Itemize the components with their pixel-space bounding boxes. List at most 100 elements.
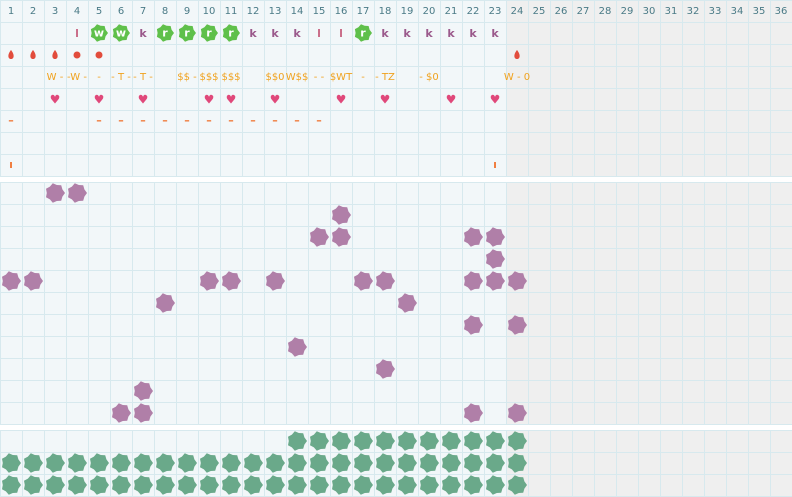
column-number-1: 1 — [8, 6, 14, 17]
column-number-20: 20 — [423, 6, 436, 17]
tick-marker: ı — [9, 158, 13, 171]
sequencer-grid[interactable]: 1 2 3 4 5 6 7 8 9 10 11 12 13 14 15 16 17 18 19 20 21 22 23 24 2… — [0, 0, 792, 497]
letter-k: k — [293, 27, 301, 40]
column-number-23: 23 — [489, 6, 502, 17]
heart-icon: ♥ — [94, 93, 105, 107]
sequence-cell: $$0 — [265, 72, 284, 83]
column-number-14: 14 — [291, 6, 304, 17]
green-tile-r-label: r — [206, 27, 212, 40]
column-number-5: 5 — [96, 6, 102, 17]
sequence-cell: - - — [314, 72, 325, 83]
green-tile-r-label: r — [360, 27, 366, 40]
dash-marker: – — [8, 114, 14, 127]
letter-l: l — [75, 27, 79, 40]
dash-marker: – — [140, 114, 146, 127]
column-number-28: 28 — [599, 6, 612, 17]
heart-icon: ♥ — [336, 93, 347, 107]
dash-marker: – — [184, 114, 190, 127]
sequence-cell: $$$ — [221, 72, 240, 83]
sequence-cell: - — [97, 72, 101, 83]
letter-k: k — [381, 27, 389, 40]
heart-icon: ♥ — [138, 93, 149, 107]
column-number-31: 31 — [665, 6, 678, 17]
column-number-22: 22 — [467, 6, 480, 17]
dash-marker: – — [118, 114, 124, 127]
column-number-30: 30 — [643, 6, 656, 17]
dash-marker: – — [206, 114, 212, 127]
column-number-34: 34 — [731, 6, 744, 17]
column-number-18: 18 — [379, 6, 392, 17]
dash-marker: – — [162, 114, 168, 127]
letter-k: k — [139, 27, 147, 40]
column-number-6: 6 — [118, 6, 124, 17]
sequence-cell: - TZ — [375, 72, 395, 83]
heart-icon: ♥ — [380, 93, 391, 107]
letter-l: l — [317, 27, 321, 40]
letter-k: k — [425, 27, 433, 40]
letter-k: k — [469, 27, 477, 40]
sequence-cell: - — [361, 72, 365, 83]
sequence-cell: - T - — [111, 72, 131, 83]
dash-marker: – — [228, 114, 234, 127]
tick-marker: ı — [493, 158, 497, 171]
sequence-cell: W - 0 — [504, 72, 530, 83]
sequence-cell: $WT — [330, 72, 353, 83]
sequence-cell: - $0 — [419, 72, 439, 83]
letter-k: k — [271, 27, 279, 40]
dash-marker: – — [272, 114, 278, 127]
dash-marker: – — [316, 114, 322, 127]
column-number-8: 8 — [162, 6, 168, 17]
green-tile-r-label: r — [162, 27, 168, 40]
green-tile-w-label: w — [116, 27, 126, 40]
dot-marker[interactable] — [95, 51, 103, 59]
green-tile-w-label: w — [94, 27, 104, 40]
sequence-cell: $$ - — [177, 72, 197, 83]
dash-marker: – — [250, 114, 256, 127]
column-number-33: 33 — [709, 6, 722, 17]
heart-icon: ♥ — [204, 93, 215, 107]
column-number-27: 27 — [577, 6, 590, 17]
column-number-3: 3 — [52, 6, 58, 17]
column-number-12: 12 — [247, 6, 260, 17]
sequence-cell: W$$ — [286, 72, 309, 83]
column-number-36: 36 — [775, 6, 788, 17]
column-number-29: 29 — [621, 6, 634, 17]
column-number-16: 16 — [335, 6, 348, 17]
column-number-9: 9 — [184, 6, 190, 17]
column-number-21: 21 — [445, 6, 458, 17]
column-number-15: 15 — [313, 6, 326, 17]
heart-icon: ♥ — [226, 93, 237, 107]
dot-marker[interactable] — [73, 51, 81, 59]
letter-k: k — [491, 27, 499, 40]
inactive-columns-area — [507, 22, 792, 176]
column-number-10: 10 — [203, 6, 216, 17]
inactive-columns-area — [507, 430, 792, 496]
column-number-13: 13 — [269, 6, 282, 17]
column-number-19: 19 — [401, 6, 414, 17]
dash-marker: – — [96, 114, 102, 127]
heart-icon: ♥ — [446, 93, 457, 107]
column-number-2: 2 — [30, 6, 36, 17]
heart-icon: ♥ — [50, 93, 61, 107]
column-number-11: 11 — [225, 6, 238, 17]
column-number-17: 17 — [357, 6, 370, 17]
inactive-columns-area — [507, 182, 792, 424]
green-tile-r-label: r — [228, 27, 234, 40]
sequence-cell: $$$ — [199, 72, 218, 83]
letter-l: l — [339, 27, 343, 40]
column-number-35: 35 — [753, 6, 766, 17]
letter-k: k — [403, 27, 411, 40]
column-number-26: 26 — [555, 6, 568, 17]
heart-icon: ♥ — [490, 93, 501, 107]
column-number-7: 7 — [140, 6, 146, 17]
sequence-cell: W - — [47, 72, 64, 83]
column-number-24: 24 — [511, 6, 524, 17]
column-number-25: 25 — [533, 6, 546, 17]
sequence-cell: - T - — [133, 72, 153, 83]
column-number-32: 32 — [687, 6, 700, 17]
letter-k: k — [249, 27, 257, 40]
heart-icon: ♥ — [270, 93, 281, 107]
sequence-cell: -W - — [67, 72, 87, 83]
green-tile-r-label: r — [184, 27, 190, 40]
dash-marker: – — [294, 114, 300, 127]
